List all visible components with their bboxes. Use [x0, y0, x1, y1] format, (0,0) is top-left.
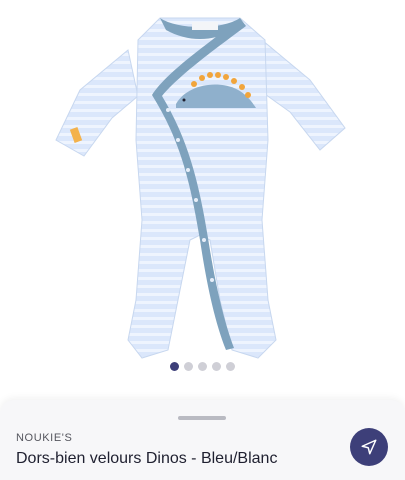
- product-photo: [55, 17, 346, 359]
- pager-dot[interactable]: [212, 362, 221, 371]
- pager-dot[interactable]: [170, 362, 179, 371]
- image-pager[interactable]: [0, 362, 405, 371]
- product-title: Dors-bien velours Dinos - Bleu/Blanc: [16, 450, 278, 467]
- pager-dot[interactable]: [226, 362, 235, 371]
- send-arrow-icon: [361, 439, 377, 455]
- product-image-area[interactable]: [0, 0, 405, 400]
- pager-dot[interactable]: [184, 362, 193, 371]
- brand-name: NOUKIE'S: [16, 432, 73, 444]
- share-button[interactable]: [350, 428, 388, 466]
- pager-dot[interactable]: [198, 362, 207, 371]
- sheet-drag-handle[interactable]: [178, 416, 226, 420]
